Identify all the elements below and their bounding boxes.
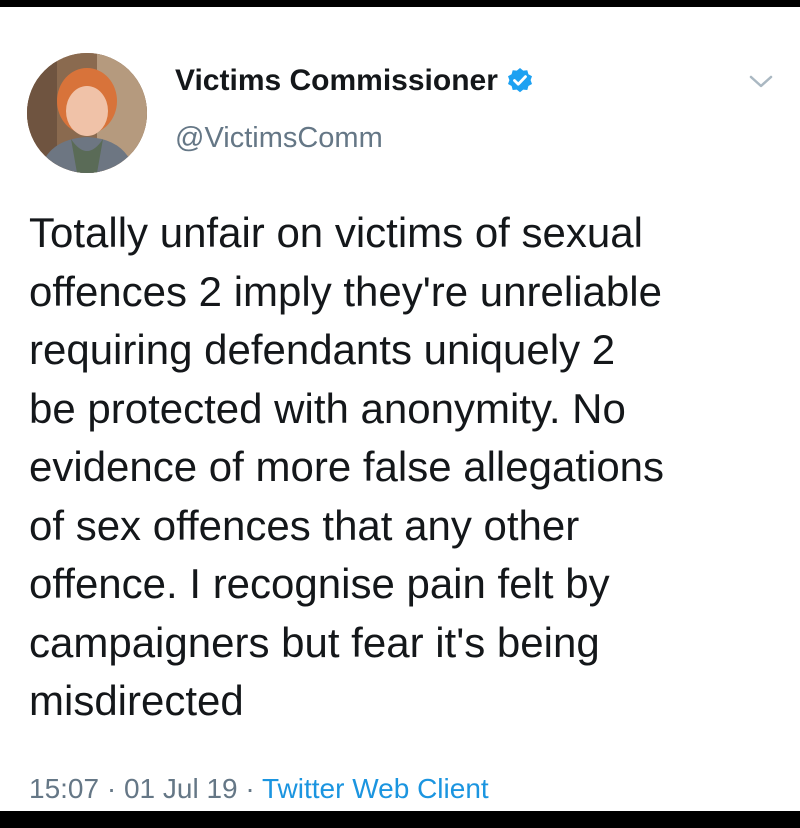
meta-separator: · (106, 773, 117, 804)
tweet-text: Totally unfair on victims of sexual offe… (29, 209, 665, 724)
avatar-image (27, 53, 147, 173)
tweet-time[interactable]: 15:07 (29, 773, 99, 804)
user-handle[interactable]: @VictimsComm (175, 122, 383, 155)
avatar[interactable] (27, 53, 147, 173)
tweet-card: Victims Commissioner @VictimsComm Totall… (0, 7, 800, 811)
tweet-source-link[interactable]: Twitter Web Client (262, 773, 489, 804)
meta-separator: · (245, 773, 255, 804)
display-name-text: Victims Commissioner (175, 64, 498, 97)
verified-badge-icon (506, 67, 534, 95)
display-name[interactable]: Victims Commissioner (175, 64, 534, 98)
chevron-down-icon[interactable] (748, 73, 774, 91)
tweet-metadata: 15:07 · 01 Jul 19 · Twitter Web Client (29, 773, 489, 805)
tweet-date[interactable]: 01 Jul 19 (124, 773, 238, 804)
